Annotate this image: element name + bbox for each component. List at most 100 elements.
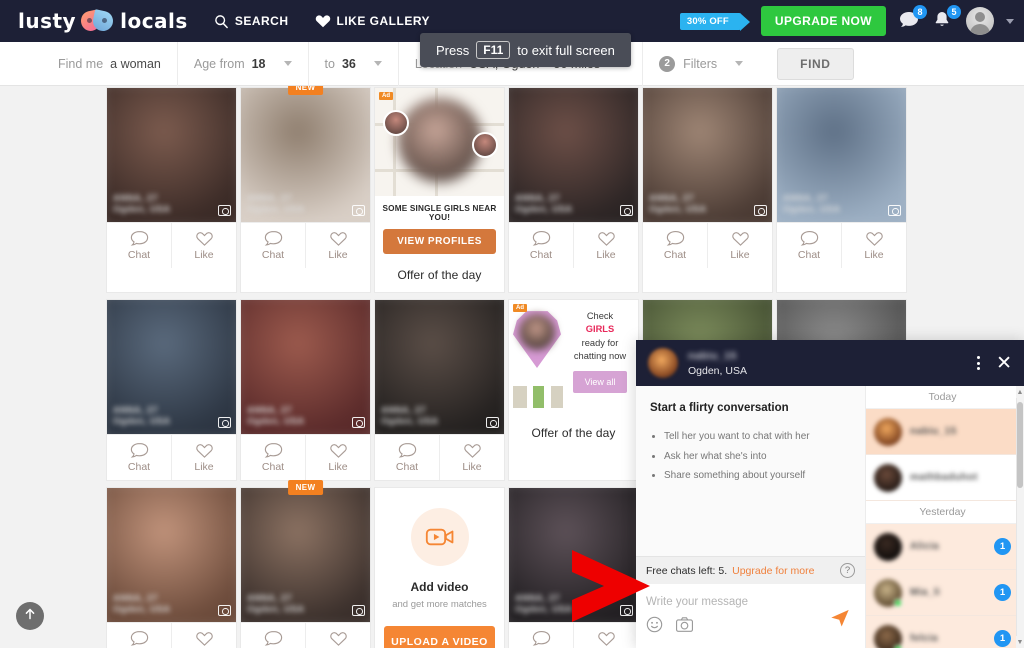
find-me-field[interactable]: Find me a woman <box>42 41 178 86</box>
camera-icon <box>620 205 633 216</box>
profile-chat-button[interactable]: Chat <box>107 435 171 480</box>
filters-field[interactable]: 2 Filters <box>643 42 759 86</box>
profile-card[interactable]: ANNA, 27Ogden, USAChatLike <box>642 87 773 293</box>
chevron-down-icon[interactable] <box>735 61 744 66</box>
profile-chat-button[interactable]: Chat <box>107 223 171 268</box>
contact-row[interactable]: Alicia 1 <box>866 524 1019 570</box>
chat-bubble-icon <box>898 12 920 34</box>
upload-a-video-button[interactable]: UPLOAD A VIDEO <box>384 626 495 648</box>
upgrade-now-button[interactable]: UPGRADE NOW <box>760 6 886 36</box>
smiley-icon[interactable] <box>646 616 663 638</box>
kebab-menu-icon[interactable] <box>977 356 981 370</box>
camera-icon[interactable] <box>675 616 694 638</box>
profile-photo[interactable]: ANNA, 27Ogden, USA <box>509 88 638 222</box>
profile-like-label: Like <box>194 461 214 473</box>
discount-flag[interactable]: 30% OFF <box>679 12 750 31</box>
contact-row[interactable]: felcia 1 <box>866 616 1019 648</box>
age-from-field[interactable]: Age from 18 <box>178 41 309 86</box>
chevron-down-icon[interactable] <box>283 61 292 66</box>
profile-card[interactable]: ANNA, 27Ogden, USAChat Like <box>106 299 237 481</box>
profile-chat-button[interactable]: Chat <box>241 435 305 480</box>
view-profiles-button[interactable]: VIEW PROFILES <box>383 229 496 254</box>
profile-chat-button[interactable]: Chat <box>509 223 573 268</box>
profile-chat-button[interactable]: Chat <box>241 223 305 268</box>
profile-photo[interactable]: ANNA, 27Ogden, USA <box>107 88 236 222</box>
avatar[interactable] <box>966 7 994 35</box>
profile-chat-button[interactable]: Chat <box>509 623 573 648</box>
profile-chat-button[interactable]: Chat <box>643 223 707 268</box>
chat-tips-title: Start a flirty conversation <box>650 402 789 414</box>
chevron-down-icon[interactable] <box>373 61 382 66</box>
profile-card-actions: ChatLike <box>107 622 236 648</box>
profile-photo[interactable]: ANNA, 27Ogden, USA <box>107 300 236 434</box>
profile-card[interactable]: ANNA, 27Ogden, USA ChatLike <box>240 299 371 481</box>
question-mark-icon[interactable]: ? <box>840 563 855 578</box>
chat-contact-name: nabiu_15 <box>688 349 737 362</box>
profile-photo[interactable]: ANNA, 27Ogden, USA <box>241 88 370 222</box>
contact-row[interactable]: Mia_li 1 <box>866 570 1019 616</box>
profile-chat-button[interactable]: Chat <box>107 623 171 648</box>
profile-card[interactable]: ANNA, 27Ogden, USAChatLike <box>776 87 907 293</box>
profile-chat-button[interactable]: Chat <box>375 435 439 480</box>
profile-like-button[interactable]: Like <box>573 223 638 268</box>
profile-like-button[interactable]: Like <box>171 623 236 648</box>
age-to-field[interactable]: to 36 <box>309 41 399 86</box>
view-all-button[interactable]: View all <box>572 370 628 393</box>
profile-photo[interactable]: ANNA, 27Ogden, USA <box>375 300 504 434</box>
search-nav-link[interactable]: SEARCH <box>214 14 289 29</box>
page-root: lusty locals SEARCH LIKE GALLERY 30% OFF… <box>0 0 1024 648</box>
profile-card[interactable]: ANNA, 27Ogden, USAChatLike <box>508 87 639 293</box>
chat-contact-avatar[interactable] <box>648 348 678 378</box>
site-logo[interactable]: lusty locals <box>18 9 188 33</box>
profile-photo[interactable]: ANNA, 27Ogden, USA <box>509 488 638 622</box>
profile-card[interactable]: ANNA, 27Ogden, USAChatLike <box>106 487 237 648</box>
profile-card[interactable]: NEWANNA, 27Ogden, USAChatLike <box>240 480 371 648</box>
header-actions: 30% OFF UPGRADE NOW 8 5 <box>679 0 1014 42</box>
contacts-scrollbar-thumb[interactable] <box>1017 402 1023 488</box>
close-icon[interactable]: ✕ <box>996 354 1012 373</box>
scroll-to-top-button[interactable] <box>16 602 44 630</box>
profile-card[interactable]: NEWANNA, 27Ogden, USAChatLike <box>240 80 371 293</box>
add-video-card[interactable]: Add video and get more matches UPLOAD A VI… <box>374 487 505 648</box>
profile-card[interactable]: ANNA, 27Ogden, USAChatLike <box>374 299 505 481</box>
upgrade-for-more-link[interactable]: Upgrade for more <box>732 565 814 577</box>
contact-row[interactable]: mathbaduhot <box>866 455 1019 501</box>
profile-card[interactable]: ANNA, 27Ogden, USAChatLike <box>106 87 237 293</box>
profile-photo[interactable]: ANNA, 27Ogden, USA <box>241 488 370 622</box>
profile-photo[interactable]: ANNA, 27Ogden, USA <box>107 488 236 622</box>
profile-like-button[interactable]: Like <box>707 223 772 268</box>
chat-bubble-icon <box>666 230 685 247</box>
offer-of-the-day-ad[interactable]: Ad SOME SINGLE GIRLS NEAR YOU! VIEW PROFIL… <box>374 87 505 293</box>
ad-line-4: chatting now <box>573 351 627 362</box>
messages-button[interactable]: 8 <box>898 5 927 34</box>
profile-like-button[interactable]: Like <box>305 623 370 648</box>
profile-like-button[interactable]: Like <box>573 623 638 648</box>
profile-photo[interactable]: ANNA, 27Ogden, USA <box>241 300 370 434</box>
camera-icon <box>352 205 365 216</box>
send-paper-plane-icon[interactable] <box>829 607 851 634</box>
profile-like-button[interactable]: Like <box>305 223 370 268</box>
contacts-scrollbar[interactable]: ▲ ▼ <box>1016 386 1024 648</box>
scroll-up-arrow[interactable]: ▲ <box>1016 386 1024 398</box>
scroll-down-arrow[interactable]: ▼ <box>1016 636 1024 648</box>
profile-like-button[interactable]: Like <box>171 435 236 480</box>
profile-name-overlay: ANNA, 27Ogden, USA <box>247 404 305 426</box>
profile-chat-button[interactable]: Chat <box>241 623 305 648</box>
profile-photo[interactable]: ANNA, 27Ogden, USA <box>777 88 906 222</box>
profile-like-button[interactable]: Like <box>171 223 236 268</box>
offer-of-the-day-ad-2[interactable]: Ad Check GIRLS ready for chatting now View al… <box>508 299 639 481</box>
profile-card-actions: ChatLike <box>777 222 906 268</box>
like-gallery-nav-link[interactable]: LIKE GALLERY <box>315 14 431 28</box>
profile-card[interactable]: ANNA, 27Ogden, USAChatLike <box>508 487 639 648</box>
notifications-button[interactable]: 5 <box>932 5 961 32</box>
chevron-down-icon[interactable] <box>1006 18 1014 24</box>
profile-like-button[interactable]: Like <box>439 435 504 480</box>
profile-like-button[interactable]: Like <box>841 223 906 268</box>
find-button[interactable]: FIND <box>777 47 854 80</box>
contact-row[interactable]: nabiu_15 <box>866 409 1019 455</box>
contact-name: Alicia <box>910 541 940 552</box>
contact-avatar <box>874 417 902 446</box>
profile-chat-button[interactable]: Chat <box>777 223 841 268</box>
profile-photo[interactable]: ANNA, 27Ogden, USA <box>643 88 772 222</box>
profile-like-button[interactable]: Like <box>305 435 370 480</box>
